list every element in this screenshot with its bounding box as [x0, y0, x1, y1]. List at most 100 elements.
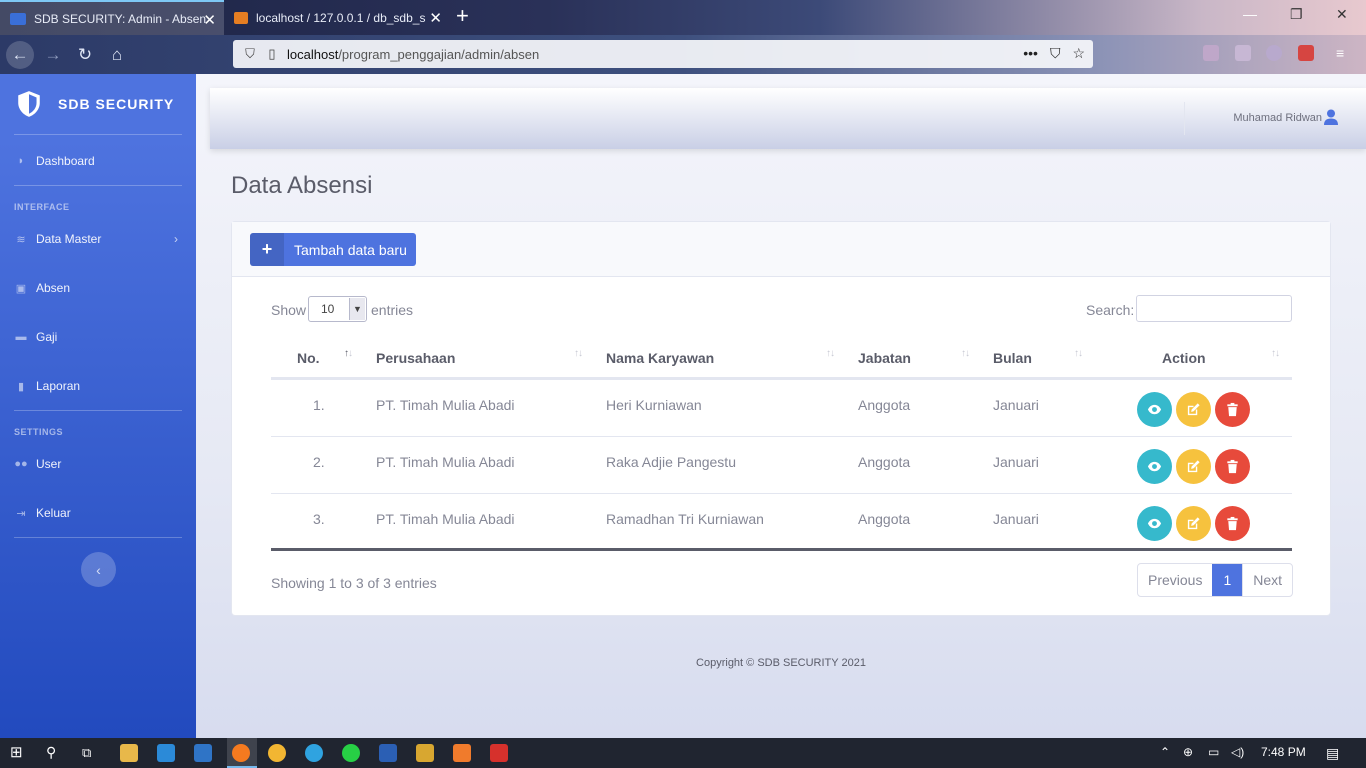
mail-icon[interactable] — [194, 744, 212, 762]
task-view-icon[interactable]: ⧉ — [82, 745, 91, 761]
sidebar-item-gaji[interactable]: ▬ Gaji — [14, 325, 182, 349]
user-icon[interactable] — [1324, 109, 1338, 125]
column-header-perusahaan[interactable]: Perusahaan — [376, 350, 455, 366]
edit-icon — [1187, 403, 1200, 416]
more-actions-icon[interactable]: ••• — [1023, 45, 1038, 62]
layers-icon: ≋ — [16, 233, 26, 246]
firefox-icon[interactable] — [232, 744, 250, 762]
table-row: 2. PT. Timah Mulia Abadi Raka Adjie Pang… — [271, 437, 1292, 494]
edit-icon — [1187, 460, 1200, 473]
cell-bulan: Januari — [993, 511, 1039, 527]
windows-start-icon[interactable]: ⊞ — [10, 743, 23, 761]
sidebar-item-label: Keluar — [36, 506, 71, 520]
home-icon[interactable]: ⌂ — [103, 41, 131, 69]
account-icon[interactable] — [1266, 45, 1282, 61]
cell-no: 1. — [313, 397, 325, 413]
sidebar-toggle-button[interactable]: ‹ — [81, 552, 116, 587]
delete-button[interactable] — [1215, 506, 1250, 541]
sidebar-divider — [14, 185, 182, 186]
app-star-icon[interactable] — [416, 744, 434, 762]
show-label: Show — [271, 302, 307, 318]
clock-time[interactable]: 7:48 PM — [1261, 745, 1306, 759]
telegram-icon[interactable] — [305, 744, 323, 762]
column-header-bulan[interactable]: Bulan — [993, 350, 1032, 366]
edit-icon — [1187, 517, 1200, 530]
entries-length-select[interactable]: 10 ▼ — [308, 296, 367, 322]
sidebar-item-user[interactable]: ●● User — [14, 452, 182, 476]
library-icon[interactable] — [1203, 45, 1219, 61]
sidebar-divider — [14, 537, 182, 538]
sort-icon[interactable]: ↑↓ — [826, 348, 835, 359]
chevron-up-icon[interactable]: ⌃ — [1160, 745, 1170, 759]
page-title: Data Absensi — [231, 172, 373, 199]
close-tab-icon[interactable]: ✕ — [429, 9, 442, 27]
column-header-nama[interactable]: Nama Karyawan — [606, 350, 714, 366]
vscode-icon[interactable] — [157, 744, 175, 762]
sort-icon[interactable]: ↑↓ — [574, 348, 583, 359]
column-header-no[interactable]: No. — [297, 350, 320, 366]
tab-title: localhost / 127.0.0.1 / db_sdb_s — [256, 10, 426, 25]
sort-icon[interactable]: ↑↓ — [1271, 348, 1280, 359]
sidebar-item-keluar[interactable]: ⇥ Keluar — [14, 501, 182, 525]
user-name[interactable]: Muhamad Ridwan — [1233, 112, 1322, 124]
trash-icon — [1227, 402, 1238, 417]
synced-tabs-icon[interactable] — [1235, 45, 1251, 61]
globe-icon[interactable]: ⊕ — [1183, 745, 1193, 759]
sort-asc-icon[interactable]: ↑↓ — [344, 348, 353, 359]
view-button[interactable] — [1137, 506, 1172, 541]
sidebar-item-laporan[interactable]: ▮ Laporan — [14, 374, 182, 398]
cell-perusahaan: PT. Timah Mulia Abadi — [376, 397, 515, 413]
word-icon[interactable] — [379, 744, 397, 762]
sidebar-item-label: Laporan — [36, 379, 81, 393]
topbar-divider — [1184, 102, 1185, 135]
cell-bulan: Januari — [993, 397, 1039, 413]
sidebar-brand[interactable]: SDB SECURITY — [0, 74, 196, 134]
minimize-icon[interactable]: — — [1243, 6, 1257, 22]
search-icon[interactable]: ⚲ — [46, 744, 56, 761]
sort-icon[interactable]: ↑↓ — [961, 348, 970, 359]
delete-button[interactable] — [1215, 449, 1250, 484]
previous-page-button[interactable]: Previous — [1138, 564, 1212, 596]
xampp-icon[interactable] — [453, 744, 471, 762]
browser-tab[interactable]: localhost / 127.0.0.1 / db_sdb_s ✕ — [224, 0, 450, 35]
maximize-icon[interactable]: ❐ — [1290, 6, 1303, 23]
forward-arrow-icon[interactable]: → — [39, 41, 67, 69]
next-page-button[interactable]: Next — [1242, 564, 1292, 596]
file-explorer-icon[interactable] — [120, 744, 138, 762]
search-input[interactable] — [1136, 295, 1292, 322]
new-tab-icon[interactable]: + — [456, 4, 469, 28]
edit-button[interactable] — [1176, 506, 1211, 541]
bookmark-star-icon[interactable]: ☆ — [1072, 45, 1085, 62]
column-header-jabatan[interactable]: Jabatan — [858, 350, 911, 366]
view-button[interactable] — [1137, 392, 1172, 427]
acrobat-icon[interactable] — [490, 744, 508, 762]
reload-icon[interactable]: ↻ — [71, 41, 99, 69]
battery-icon[interactable]: ▭ — [1208, 745, 1219, 759]
table-info: Showing 1 to 3 of 3 entries — [271, 575, 437, 591]
delete-button[interactable] — [1215, 392, 1250, 427]
view-button[interactable] — [1137, 449, 1172, 484]
address-bar[interactable]: ⛉ ▯ localhost/program_penggajian/admin/a… — [233, 40, 1093, 68]
sidebar-item-dashboard[interactable]: ◗ Dashboard — [14, 149, 182, 173]
edit-button[interactable] — [1176, 392, 1211, 427]
cell-nama: Raka Adjie Pangestu — [606, 454, 736, 470]
sort-icon[interactable]: ↑↓ — [1074, 348, 1083, 359]
browser-tab-active[interactable]: SDB SECURITY: Admin - Absen ✕ — [0, 0, 224, 35]
sidebar-item-absen[interactable]: ▣ Absen — [14, 276, 182, 300]
cell-jabatan: Anggota — [858, 454, 911, 470]
sidebar-item-data-master[interactable]: ≋ Data Master › — [14, 227, 182, 251]
menu-icon[interactable]: ≡ — [1336, 45, 1352, 61]
add-data-button[interactable]: + Tambah data baru — [250, 233, 416, 266]
extension-icon[interactable] — [1298, 45, 1314, 61]
whatsapp-icon[interactable] — [342, 744, 360, 762]
volume-icon[interactable]: ◁) — [1231, 745, 1244, 759]
notification-icon[interactable]: ▤ — [1326, 745, 1339, 762]
column-header-action[interactable]: Action — [1162, 350, 1206, 366]
edit-button[interactable] — [1176, 449, 1211, 484]
chrome-icon[interactable] — [268, 744, 286, 762]
pocket-icon[interactable]: ⛉ — [1050, 45, 1061, 62]
close-window-icon[interactable]: ✕ — [1336, 6, 1348, 23]
page-1-button[interactable]: 1 — [1212, 564, 1243, 596]
back-arrow-icon[interactable]: ← — [6, 41, 34, 69]
close-tab-icon[interactable]: ✕ — [203, 11, 216, 29]
